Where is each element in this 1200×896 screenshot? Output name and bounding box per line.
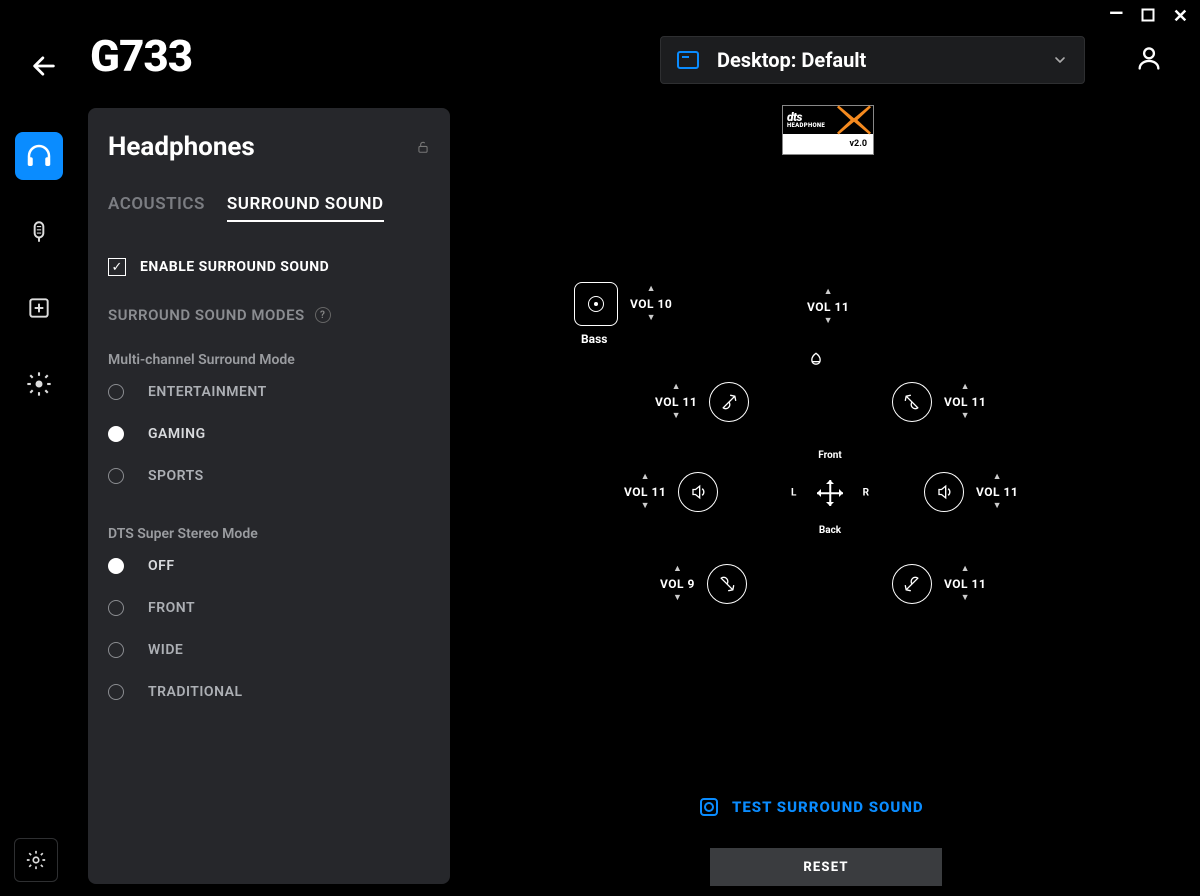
side-right-vol-value: VOL 11 bbox=[976, 485, 1018, 499]
front-left-vol-value: VOL 11 bbox=[655, 395, 697, 409]
modes-header: SURROUND SOUND MODES bbox=[108, 306, 305, 324]
arrow-up-icon: ▲ bbox=[647, 285, 656, 294]
enable-surround-checkbox[interactable] bbox=[108, 258, 126, 276]
radio-icon bbox=[108, 642, 124, 658]
multi-option-entertainment[interactable]: ENTERTAINMENT bbox=[108, 384, 430, 400]
side-left-vol-value: VOL 11 bbox=[624, 485, 666, 499]
arrow-down-icon: ▼ bbox=[824, 317, 833, 326]
bass-vol-value: VOL 10 bbox=[630, 297, 672, 311]
close-button[interactable]: ✕ bbox=[1173, 8, 1188, 26]
side-left-volume[interactable]: ▲VOL 11▼ bbox=[624, 473, 666, 511]
dts-option-front[interactable]: FRONT bbox=[108, 600, 430, 616]
chevron-down-icon bbox=[1052, 52, 1068, 68]
multi-option-label: SPORTS bbox=[148, 468, 204, 484]
center-speaker[interactable] bbox=[806, 350, 826, 370]
desktop-icon bbox=[677, 51, 699, 69]
minimize-button[interactable]: — bbox=[1109, 5, 1123, 23]
radio-icon bbox=[108, 684, 124, 700]
radio-icon bbox=[108, 384, 124, 400]
surround-stage: ▲ VOL 10 ▼ Bass ▲ VOL 11 ▼ ▲VOL 11▼ ▲VO bbox=[540, 270, 1080, 710]
radio-icon bbox=[108, 600, 124, 616]
lock-icon[interactable] bbox=[416, 139, 430, 155]
multi-option-sports[interactable]: SPORTS bbox=[108, 468, 430, 484]
arrow-up-icon: ▲ bbox=[824, 288, 833, 297]
panel-title: Headphones bbox=[108, 132, 255, 162]
headphones-panel: Headphones ACOUSTICS SURROUND SOUND ENAB… bbox=[88, 108, 450, 884]
rear-right-volume[interactable]: ▲VOL 11▼ bbox=[944, 565, 986, 603]
enable-surround-label: ENABLE SURROUND SOUND bbox=[140, 259, 329, 275]
profile-selector[interactable]: Desktop: Default bbox=[660, 36, 1085, 84]
profile-label: Desktop: Default bbox=[717, 48, 866, 72]
side-left-speaker[interactable] bbox=[678, 472, 718, 512]
rear-left-volume[interactable]: ▲VOL 9▼ bbox=[660, 565, 695, 603]
dts-subtext: HEADPHONE bbox=[787, 123, 825, 129]
dts-option-wide[interactable]: WIDE bbox=[108, 642, 430, 658]
side-right-volume[interactable]: ▲VOL 11▼ bbox=[976, 473, 1018, 511]
dts-option-label: FRONT bbox=[148, 600, 195, 616]
dts-option-label: OFF bbox=[148, 558, 175, 574]
dts-option-label: TRADITIONAL bbox=[148, 684, 243, 700]
compass-back: Back bbox=[819, 525, 841, 536]
maximize-button[interactable] bbox=[1141, 8, 1155, 26]
radio-icon bbox=[108, 426, 124, 442]
compass-left: L bbox=[791, 488, 796, 499]
front-right-vol-value: VOL 11 bbox=[944, 395, 986, 409]
reset-button[interactable]: RESET bbox=[710, 848, 942, 886]
center-volume[interactable]: ▲ VOL 11 ▼ bbox=[807, 288, 849, 326]
tab-surround-sound[interactable]: SURROUND SOUND bbox=[227, 194, 384, 222]
orientation-compass: Front Back L R bbox=[795, 458, 865, 528]
dts-option-off[interactable]: OFF bbox=[108, 558, 430, 574]
settings-button[interactable] bbox=[14, 838, 58, 882]
rear-right-vol-value: VOL 11 bbox=[944, 577, 986, 591]
rail-microphone[interactable] bbox=[15, 208, 63, 256]
compass-front: Front bbox=[818, 450, 842, 461]
bass-speaker[interactable] bbox=[574, 282, 618, 326]
dts-option-label: WIDE bbox=[148, 642, 183, 658]
compass-right: R bbox=[863, 488, 869, 499]
bass-label: Bass bbox=[581, 332, 607, 346]
rail-assignments[interactable] bbox=[15, 284, 63, 332]
help-icon[interactable]: ? bbox=[315, 307, 331, 323]
rear-right-speaker[interactable] bbox=[892, 564, 932, 604]
front-left-volume[interactable]: ▲VOL 11▼ bbox=[655, 383, 697, 421]
dts-headphone-x-badge: dts HEADPHONE v2.0 bbox=[782, 105, 874, 155]
front-left-speaker[interactable] bbox=[709, 382, 749, 422]
center-vol-value: VOL 11 bbox=[807, 300, 849, 314]
test-surround-label: TEST SURROUND SOUND bbox=[732, 798, 924, 816]
multi-option-label: GAMING bbox=[148, 426, 206, 442]
test-surround-button[interactable]: TEST SURROUND SOUND bbox=[700, 798, 924, 816]
surround-test-icon bbox=[700, 798, 718, 816]
side-right-speaker[interactable] bbox=[924, 472, 964, 512]
radio-icon bbox=[108, 468, 124, 484]
dts-version: v2.0 bbox=[783, 134, 873, 154]
multi-option-gaming[interactable]: GAMING bbox=[108, 426, 430, 442]
multi-option-label: ENTERTAINMENT bbox=[148, 384, 267, 400]
back-button[interactable] bbox=[30, 52, 54, 76]
user-icon[interactable] bbox=[1135, 44, 1163, 72]
rail-lighting[interactable] bbox=[15, 360, 63, 408]
rail-headphones[interactable] bbox=[15, 132, 63, 180]
rear-left-vol-value: VOL 9 bbox=[660, 577, 695, 591]
front-right-speaker[interactable] bbox=[892, 382, 932, 422]
device-title: G733 bbox=[90, 30, 192, 82]
reset-label: RESET bbox=[803, 860, 848, 875]
multi-channel-header: Multi-channel Surround Mode bbox=[108, 352, 430, 368]
radio-icon bbox=[108, 558, 124, 574]
arrow-down-icon: ▼ bbox=[647, 314, 656, 323]
dts-option-traditional[interactable]: TRADITIONAL bbox=[108, 684, 430, 700]
tab-acoustics[interactable]: ACOUSTICS bbox=[108, 194, 205, 222]
front-right-volume[interactable]: ▲VOL 11▼ bbox=[944, 383, 986, 421]
dts-stereo-header: DTS Super Stereo Mode bbox=[108, 526, 430, 542]
rear-left-speaker[interactable] bbox=[707, 564, 747, 604]
bass-volume[interactable]: ▲ VOL 10 ▼ bbox=[630, 285, 672, 323]
